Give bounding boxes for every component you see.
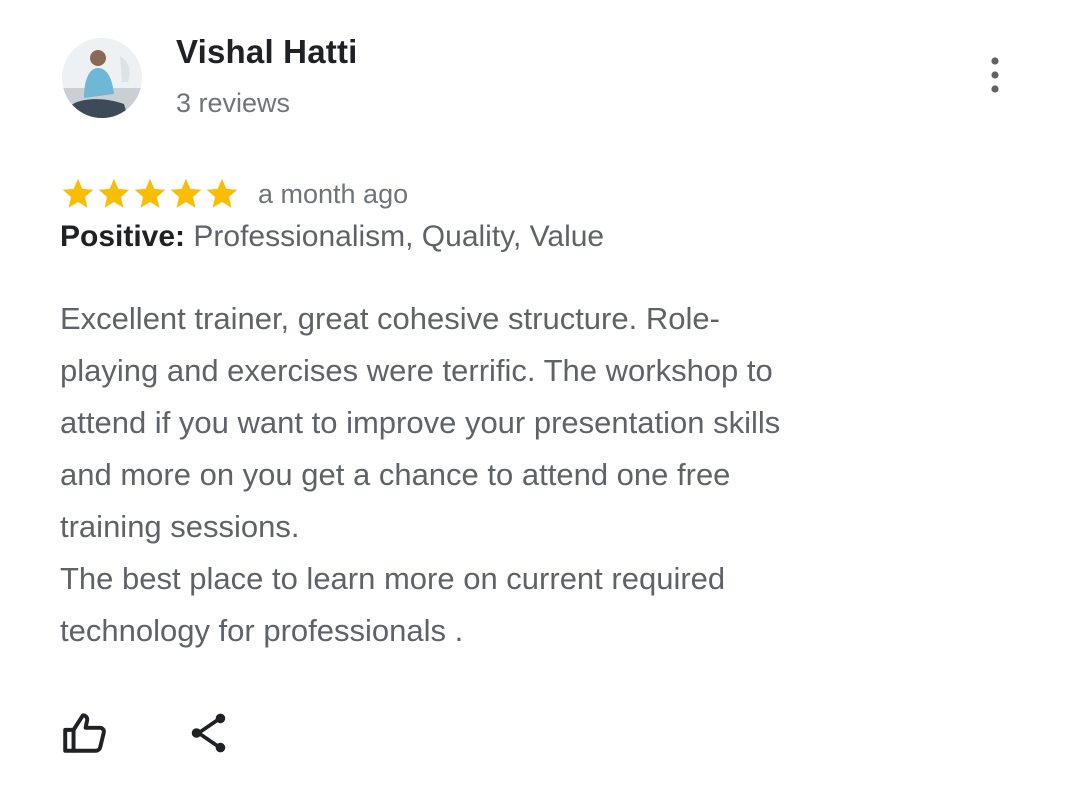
reviewer-review-count: 3 reviews bbox=[176, 88, 291, 118]
review-date: a month ago bbox=[258, 178, 409, 209]
star-icon bbox=[62, 178, 94, 208]
review-card: Vishal Hatti 3 reviews a month ago Posit… bbox=[0, 0, 1077, 809]
star-icon bbox=[98, 178, 130, 208]
rating-row: a month ago bbox=[60, 174, 408, 214]
star-icon bbox=[206, 178, 238, 208]
like-button[interactable] bbox=[60, 708, 110, 758]
review-text-line: playing and exercises were terrific. The… bbox=[60, 353, 773, 388]
review-text: Excellent trainer, great cohesive struct… bbox=[60, 293, 960, 657]
star-icon bbox=[170, 178, 202, 208]
share-button[interactable] bbox=[184, 708, 234, 758]
review-actions bbox=[60, 708, 234, 758]
reviewer-avatar[interactable] bbox=[62, 38, 142, 118]
star-rating bbox=[60, 176, 240, 212]
more-options-button[interactable] bbox=[972, 50, 1018, 100]
reviewer-name[interactable]: Vishal Hatti bbox=[176, 33, 358, 71]
review-text-line: training sessions. bbox=[60, 509, 300, 544]
review-text-line: Excellent trainer, great cohesive struct… bbox=[60, 301, 720, 336]
star-icon bbox=[134, 178, 166, 208]
share-icon bbox=[191, 713, 226, 753]
review-text-line: attend if you want to improve your prese… bbox=[60, 405, 781, 440]
thumb-up-icon bbox=[63, 713, 106, 753]
highlights-label: Positive: bbox=[60, 220, 186, 253]
review-text-line: technology for professionals . bbox=[60, 613, 464, 648]
more-vert-icon bbox=[991, 57, 999, 93]
review-text-line: The best place to learn more on current … bbox=[60, 561, 726, 596]
highlights-values: Professionalism, Quality, Value bbox=[193, 220, 605, 253]
review-text-line: and more on you get a chance to attend o… bbox=[60, 457, 731, 492]
review-highlights: Positive: Professionalism, Quality, Valu… bbox=[60, 220, 604, 254]
